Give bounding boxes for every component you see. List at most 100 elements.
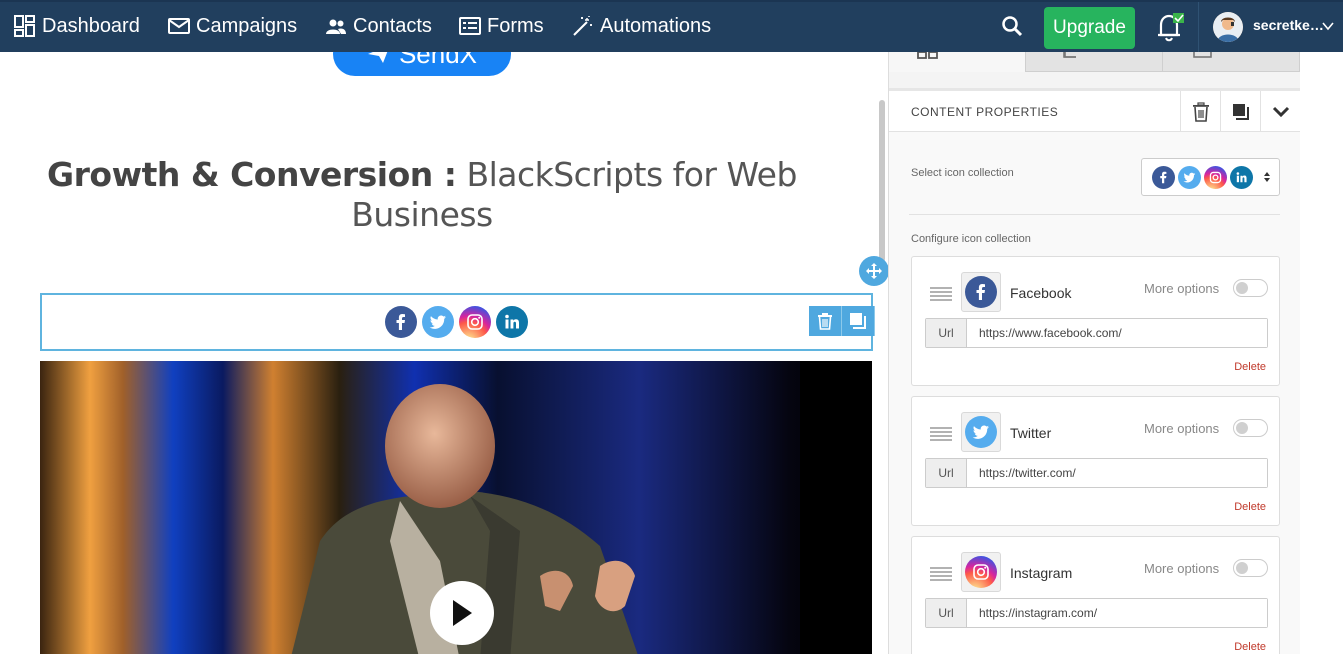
tab-content[interactable] xyxy=(889,52,1026,72)
form-icon xyxy=(459,17,481,35)
nav-automations-label: Automations xyxy=(600,14,712,37)
video-block[interactable] xyxy=(40,361,872,654)
canvas-scrollbar[interactable] xyxy=(879,100,885,262)
url-label: Url xyxy=(926,459,967,487)
linkedin-icon[interactable] xyxy=(496,306,528,338)
upgrade-button[interactable]: Upgrade xyxy=(1044,7,1135,49)
social-icons-block[interactable] xyxy=(40,293,873,351)
twitter-icon xyxy=(1178,165,1201,189)
icon-item-twitter: Twitter More options Url Delete xyxy=(911,396,1280,526)
drag-handle-icon[interactable] xyxy=(930,287,952,301)
page-title[interactable]: Growth & Conversion : BlackScripts for W… xyxy=(40,155,804,235)
more-options-label: More options xyxy=(1144,421,1220,436)
url-field-group: Url xyxy=(925,598,1268,628)
block-toolbar xyxy=(809,306,875,336)
facebook-icon[interactable] xyxy=(385,306,417,338)
move-handle[interactable] xyxy=(859,256,889,286)
url-input[interactable] xyxy=(967,319,1267,347)
delete-block-button[interactable] xyxy=(809,306,842,336)
heading-bold: Growth & Conversion : xyxy=(47,155,457,194)
email-canvas: SendX Growth & Conversion : BlackScripts… xyxy=(0,52,888,654)
select-arrows-icon xyxy=(1264,172,1270,182)
copy-icon xyxy=(850,313,866,329)
nav-campaigns[interactable]: Campaigns xyxy=(168,12,297,40)
layout-icon xyxy=(1063,52,1076,58)
divider xyxy=(909,214,1280,215)
facebook-icon xyxy=(1152,165,1175,189)
tab-settings[interactable] xyxy=(1163,52,1300,72)
play-icon xyxy=(453,600,472,626)
nav-forms[interactable]: Forms xyxy=(459,12,544,40)
nav-contacts-label: Contacts xyxy=(353,14,432,37)
nav-dashboard-label: Dashboard xyxy=(42,14,140,37)
sendx-button[interactable]: SendX xyxy=(333,52,511,76)
select-icon-collection-label: Select icon collection xyxy=(911,167,1014,179)
delete-link[interactable]: Delete xyxy=(1234,361,1266,373)
url-label: Url xyxy=(926,319,967,347)
avatar[interactable] xyxy=(1213,12,1243,42)
more-options-label: More options xyxy=(1144,281,1220,296)
linkedin-icon xyxy=(1230,165,1253,189)
copy-icon xyxy=(1232,103,1249,120)
trash-icon xyxy=(818,313,832,330)
properties-panel: CONTENT PROPERTIES Select icon collectio… xyxy=(888,52,1343,654)
trash-icon xyxy=(1192,101,1209,122)
duplicate-block-button[interactable] xyxy=(842,306,875,336)
instagram-icon xyxy=(965,556,997,588)
drag-handle-icon[interactable] xyxy=(930,567,952,581)
nav-forms-label: Forms xyxy=(487,14,544,37)
chevron-down-icon xyxy=(1272,106,1289,117)
more-options-toggle[interactable] xyxy=(1233,559,1268,577)
nav-dashboard[interactable]: Dashboard xyxy=(14,12,140,40)
nav-campaigns-label: Campaigns xyxy=(196,14,298,37)
sendx-label: SendX xyxy=(398,52,478,69)
chevron-down-icon[interactable] xyxy=(1322,20,1334,32)
dashboard-icon xyxy=(14,15,35,37)
mail-icon xyxy=(168,18,190,34)
delete-content-button[interactable] xyxy=(1180,91,1220,132)
more-options-toggle[interactable] xyxy=(1233,279,1268,297)
tab-rows[interactable] xyxy=(1026,52,1163,72)
top-nav: Dashboard Campaigns Contacts Forms Autom… xyxy=(0,0,1343,52)
play-button[interactable] xyxy=(430,581,494,645)
content-properties-title: CONTENT PROPERTIES xyxy=(911,105,1059,119)
icon-item-name: Twitter xyxy=(1010,425,1052,441)
url-input[interactable] xyxy=(967,599,1267,627)
icon-item-facebook: Facebook More options Url Delete xyxy=(911,256,1280,386)
delete-link[interactable]: Delete xyxy=(1234,641,1266,653)
nav-contacts[interactable]: Contacts xyxy=(325,12,432,40)
icon-item-name: Facebook xyxy=(1010,285,1072,301)
icon-item-instagram: Instagram More options Url Delete xyxy=(911,536,1280,654)
configure-icon-collection-label: Configure icon collection xyxy=(911,233,1031,245)
magic-wand-icon xyxy=(573,16,592,36)
nav-automations[interactable]: Automations xyxy=(572,12,711,40)
drag-handle-icon[interactable] xyxy=(930,427,952,441)
settings-icon xyxy=(1193,52,1212,58)
duplicate-content-button[interactable] xyxy=(1220,91,1260,132)
icon-item-name: Instagram xyxy=(1010,565,1073,581)
url-input[interactable] xyxy=(967,459,1267,487)
bell-icon[interactable] xyxy=(1154,11,1186,43)
instagram-icon xyxy=(1204,165,1227,189)
more-options-toggle[interactable] xyxy=(1233,419,1268,437)
url-field-group: Url xyxy=(925,458,1268,488)
more-options-label: More options xyxy=(1144,561,1220,576)
twitter-icon xyxy=(965,416,997,448)
facebook-icon xyxy=(965,276,997,308)
grid-icon xyxy=(917,52,938,59)
panel-body: Select icon collection Configure icon co… xyxy=(889,132,1300,654)
delete-link[interactable]: Delete xyxy=(1234,501,1266,513)
search-icon[interactable] xyxy=(1000,14,1024,38)
nav-divider xyxy=(1198,2,1199,52)
instagram-icon[interactable] xyxy=(459,306,491,338)
icon-preview xyxy=(961,272,1001,312)
user-name[interactable]: secretkeeper xyxy=(1253,17,1325,33)
move-icon xyxy=(866,263,882,279)
content-properties-header: CONTENT PROPERTIES xyxy=(889,88,1300,132)
twitter-icon[interactable] xyxy=(422,306,454,338)
url-label: Url xyxy=(926,599,967,627)
panel-tabs xyxy=(889,52,1300,72)
icon-collection-select[interactable] xyxy=(1141,158,1280,196)
icon-preview xyxy=(961,412,1001,452)
collapse-button[interactable] xyxy=(1260,91,1300,132)
